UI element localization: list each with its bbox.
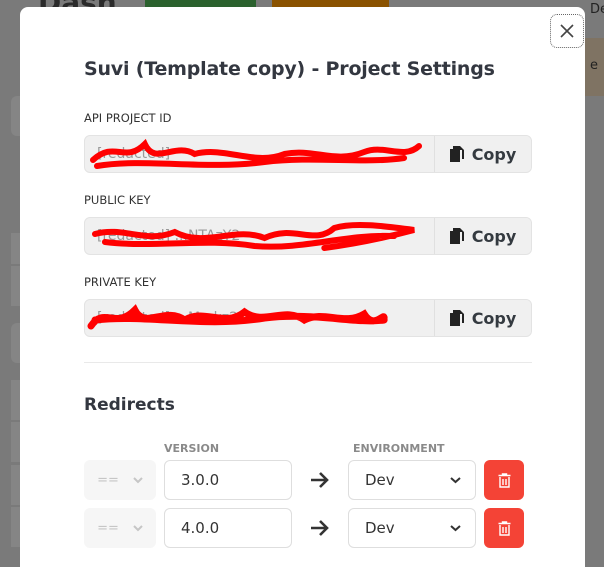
delete-redirect-button[interactable] <box>484 508 524 548</box>
public-key-text: [redacted] ...NTAzY2 <box>97 228 241 244</box>
copy-label: Copy <box>471 144 517 164</box>
arrow-right-icon <box>311 520 329 536</box>
public-key-value[interactable]: [redacted] ...NTAzY2 <box>85 218 434 254</box>
background-block <box>11 380 20 420</box>
redirects-title: Redirects <box>84 395 175 415</box>
operator-select[interactable]: == <box>84 508 156 548</box>
background-block <box>11 323 20 363</box>
background-block <box>11 422 20 462</box>
environment-select[interactable]: Dev <box>348 508 476 548</box>
background-block <box>11 465 20 505</box>
background-block <box>11 233 20 264</box>
copy-label: Copy <box>471 226 517 246</box>
copy-icon <box>449 228 464 244</box>
redirect-row: == Dev <box>84 508 532 548</box>
public-key-field: [redacted] ...NTAzY2 Copy <box>84 217 532 255</box>
copy-public-key-button[interactable]: Copy <box>434 218 531 254</box>
operator-value: == <box>97 472 119 488</box>
section-divider <box>84 362 532 363</box>
operator-select[interactable]: == <box>84 460 156 500</box>
chevron-down-icon <box>133 476 143 483</box>
environment-select[interactable]: Dev <box>348 460 476 500</box>
environment-value: Dev <box>365 519 395 537</box>
background-block <box>11 96 20 136</box>
copy-icon <box>449 310 464 326</box>
copy-label: Copy <box>471 308 517 328</box>
modal-title: Suvi (Template copy) - Project Settings <box>84 58 495 80</box>
api-project-id-text: [redacted] <box>97 146 171 162</box>
version-input[interactable] <box>164 460 292 500</box>
chevron-down-icon <box>450 524 461 531</box>
chevron-down-icon <box>450 476 461 483</box>
trash-icon <box>498 520 510 536</box>
close-button[interactable] <box>550 14 584 48</box>
environment-value: Dev <box>365 471 395 489</box>
environment-column-header: ENVIRONMENT <box>353 442 445 455</box>
background-block <box>11 507 20 547</box>
private-key-field: [redacted] ...Mmkz2 Copy <box>84 299 532 337</box>
redirect-row: == Dev <box>84 460 532 500</box>
version-input[interactable] <box>164 508 292 548</box>
api-project-id-field: [redacted] Copy <box>84 135 532 173</box>
delete-redirect-button[interactable] <box>484 460 524 500</box>
chevron-down-icon <box>133 524 143 531</box>
copy-icon <box>449 146 464 162</box>
copy-private-key-button[interactable]: Copy <box>434 300 531 336</box>
project-settings-modal: Suvi (Template copy) - Project Settings … <box>20 7 585 567</box>
api-project-id-label: API PROJECT ID <box>84 111 172 125</box>
operator-value: == <box>97 520 119 536</box>
api-project-id-value[interactable]: [redacted] <box>85 136 434 172</box>
close-icon <box>560 24 574 38</box>
background-text: e <box>590 58 598 73</box>
private-key-text: [redacted] ...Mmkz2 <box>97 310 239 326</box>
private-key-label: PRIVATE KEY <box>84 275 157 289</box>
background-block <box>11 266 20 306</box>
copy-api-project-id-button[interactable]: Copy <box>434 136 531 172</box>
arrow-right-icon <box>311 472 329 488</box>
trash-icon <box>498 472 510 488</box>
public-key-label: PUBLIC KEY <box>84 193 151 207</box>
background-text: De <box>590 2 604 17</box>
version-column-header: VERSION <box>164 442 220 455</box>
private-key-value[interactable]: [redacted] ...Mmkz2 <box>85 300 434 336</box>
